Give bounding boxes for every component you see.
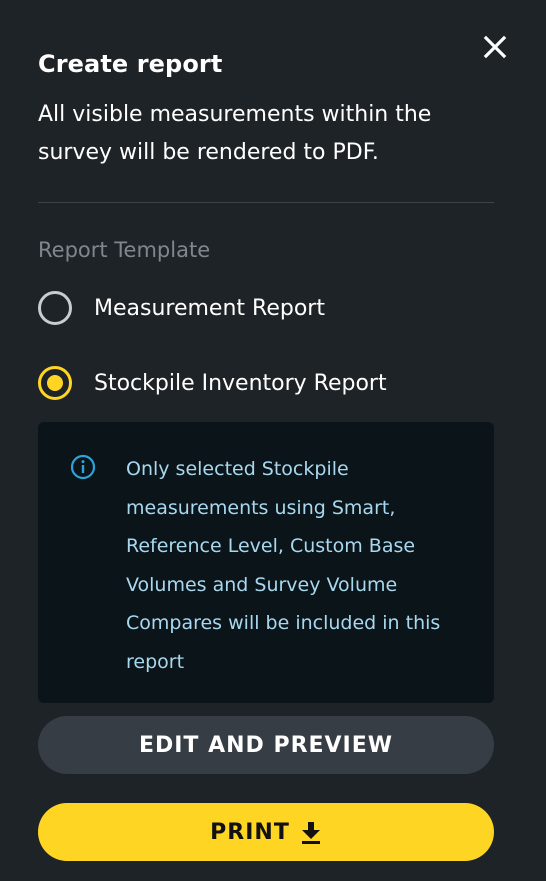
radio-option-stockpile-inventory-report[interactable]: Stockpile Inventory Report xyxy=(38,366,387,400)
create-report-panel: Create report All visible measurements w… xyxy=(0,0,546,881)
dialog-title: Create report xyxy=(38,50,223,78)
radio-label: Measurement Report xyxy=(94,295,325,321)
close-button[interactable] xyxy=(478,30,512,64)
print-button[interactable]: PRINT xyxy=(38,803,494,861)
dialog-description: All visible measurements within the surv… xyxy=(38,102,432,165)
edit-and-preview-label: EDIT AND PREVIEW xyxy=(138,732,394,758)
radio-dot xyxy=(47,375,63,391)
radio-label: Stockpile Inventory Report xyxy=(94,370,387,396)
close-icon xyxy=(483,35,507,59)
edit-and-preview-button[interactable]: EDIT AND PREVIEW xyxy=(38,716,494,774)
info-text: Only selected Stockpile measurements usi… xyxy=(126,458,441,673)
radio-option-measurement-report[interactable]: Measurement Report xyxy=(38,291,325,325)
report-template-label: Report Template xyxy=(38,238,211,262)
print-label: PRINT xyxy=(210,819,290,845)
info-box: Only selected Stockpile measurements usi… xyxy=(38,422,494,703)
divider xyxy=(38,202,494,203)
download-icon xyxy=(300,820,322,844)
radio-button-checked[interactable] xyxy=(38,366,72,400)
radio-button-unchecked[interactable] xyxy=(38,291,72,325)
info-icon xyxy=(70,454,96,480)
